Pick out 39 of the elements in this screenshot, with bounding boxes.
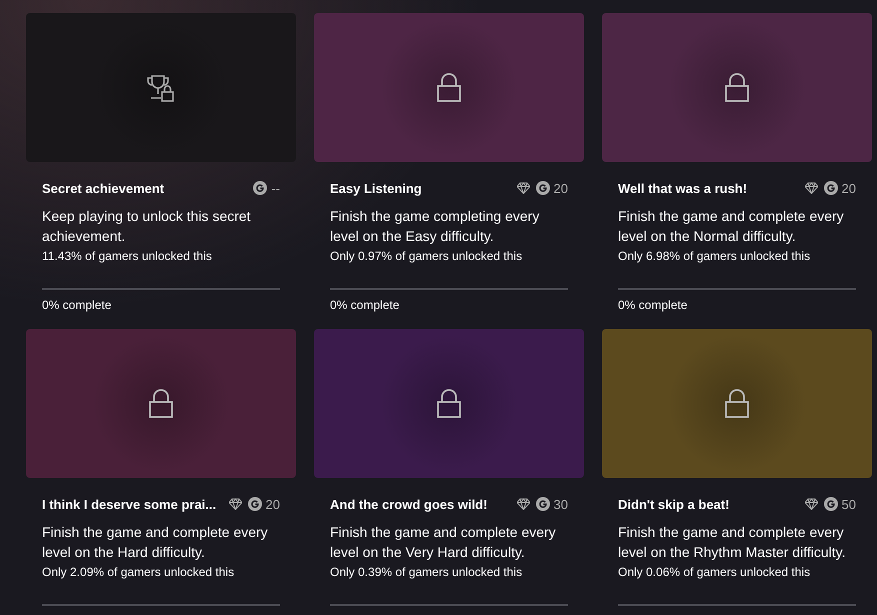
unlock-rate: 11.43% of gamers unlocked this bbox=[42, 248, 213, 265]
points-value: -- bbox=[271, 180, 280, 196]
gamerscore-icon bbox=[536, 497, 550, 511]
points-value: 30 bbox=[554, 496, 568, 512]
unlock-rate: Only 0.97% of gamers unlocked this bbox=[330, 248, 524, 265]
achievement-description: Finish the game completing every level on the Easy difficulty. bbox=[330, 207, 540, 246]
lock-icon bbox=[436, 388, 462, 418]
achievement-title: Easy Listening bbox=[330, 180, 423, 196]
progress-label: 0% complete bbox=[330, 298, 400, 312]
lock-icon bbox=[148, 388, 174, 418]
points-value: 20 bbox=[842, 180, 856, 196]
unlock-rate: Only 0.39% of gamers unlocked this bbox=[330, 564, 524, 581]
lock-icon bbox=[724, 72, 750, 102]
achievement-title: Secret achievement bbox=[42, 180, 166, 196]
progress-label: 0% complete bbox=[42, 298, 112, 312]
points-value: 50 bbox=[842, 496, 856, 512]
achievement-title: Didn't skip a beat! bbox=[618, 496, 730, 512]
achievement-title: Well that was a rush! bbox=[618, 180, 748, 196]
achievement-description: Keep playing to unlock this secret achievement. bbox=[42, 207, 252, 246]
progress-label: 0% complete bbox=[618, 298, 688, 312]
achievement-title: I think I deserve some prai... bbox=[42, 496, 218, 512]
gamerscore-icon bbox=[253, 181, 268, 195]
achievement-description: Finish the game and complete every level on the Rhythm Master difficulty. bbox=[618, 523, 846, 562]
gamerscore-icon bbox=[248, 497, 262, 511]
unlock-rate: Only 0.06% of gamers unlocked this bbox=[618, 564, 812, 581]
gamerscore-icon bbox=[824, 497, 838, 511]
achievement-title: And the crowd goes wild! bbox=[330, 496, 488, 512]
lock-icon bbox=[436, 72, 462, 102]
achievement-description: Finish the game and complete every level on the Normal difficulty. bbox=[618, 207, 845, 246]
points-value: 20 bbox=[554, 180, 568, 196]
gamerscore-icon bbox=[536, 181, 550, 195]
trophy-lock-icon bbox=[146, 74, 176, 102]
achievement-description: Finish the game and complete every level on the Very Hard difficulty. bbox=[330, 523, 557, 562]
unlock-rate: Only 2.09% of gamers unlocked this bbox=[42, 564, 236, 581]
lock-icon bbox=[724, 388, 750, 418]
unlock-rate: Only 6.98% of gamers unlocked this bbox=[618, 248, 812, 265]
points-value: 20 bbox=[266, 496, 280, 512]
gamerscore-icon bbox=[824, 181, 838, 195]
achievement-description: Finish the game and complete every level on the Hard difficulty. bbox=[42, 523, 269, 562]
